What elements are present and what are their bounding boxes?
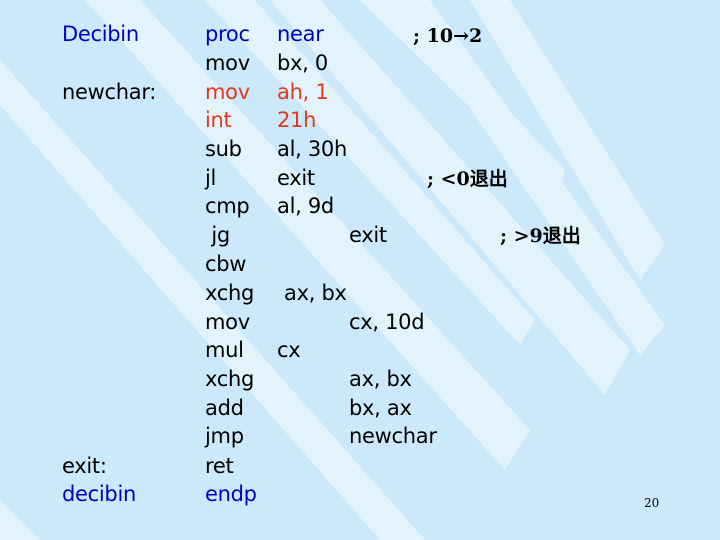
code-args: newchar: [349, 424, 437, 448]
slide: Decibin newchar: exit: decibin proc mov …: [0, 0, 720, 540]
code-op: xchg: [205, 281, 255, 305]
code-op: jl: [205, 166, 217, 190]
code-args: cx, 10d: [349, 310, 425, 334]
comment-jg: ; >9退出: [500, 225, 581, 247]
label-decibin-end: decibin: [62, 482, 137, 506]
code-args: ax, bx: [349, 367, 412, 391]
code-op: xchg: [205, 367, 255, 391]
code-op: int: [205, 108, 232, 132]
code-op: endp: [205, 482, 257, 506]
label-newchar: newchar:: [62, 80, 157, 104]
code-op: jmp: [205, 424, 244, 448]
comment-jl: ; <0退出: [427, 168, 508, 190]
code-op: mul: [205, 338, 244, 362]
comment-proc: ; 10→2: [413, 25, 483, 47]
code-op: ret: [205, 454, 234, 478]
code-op: jg: [205, 223, 230, 247]
code-args: exit: [277, 166, 315, 190]
page-number: 20: [644, 496, 660, 510]
code-op: mov: [205, 80, 250, 104]
code-args: ah, 1: [277, 80, 329, 104]
code-op: mov: [205, 310, 250, 334]
code-args: al, 9d: [277, 194, 334, 218]
code-args: exit: [349, 223, 387, 247]
code-args: near: [277, 22, 324, 46]
label-decibin-start: Decibin: [62, 22, 139, 46]
code-op: sub: [205, 137, 242, 161]
code-args: ax, bx: [284, 281, 347, 305]
stripe: [0, 500, 40, 540]
code-args: al, 30h: [277, 137, 347, 161]
code-op: cmp: [205, 194, 250, 218]
code-op: add: [205, 396, 244, 420]
code-op: cbw: [205, 252, 247, 276]
code-args: cx: [277, 338, 301, 362]
code-op: proc: [205, 22, 250, 46]
code-args: 21h: [277, 108, 317, 132]
code-args: bx, ax: [349, 396, 412, 420]
code-args: bx, 0: [277, 51, 328, 75]
label-exit: exit:: [62, 454, 107, 478]
code-op: mov: [205, 51, 250, 75]
